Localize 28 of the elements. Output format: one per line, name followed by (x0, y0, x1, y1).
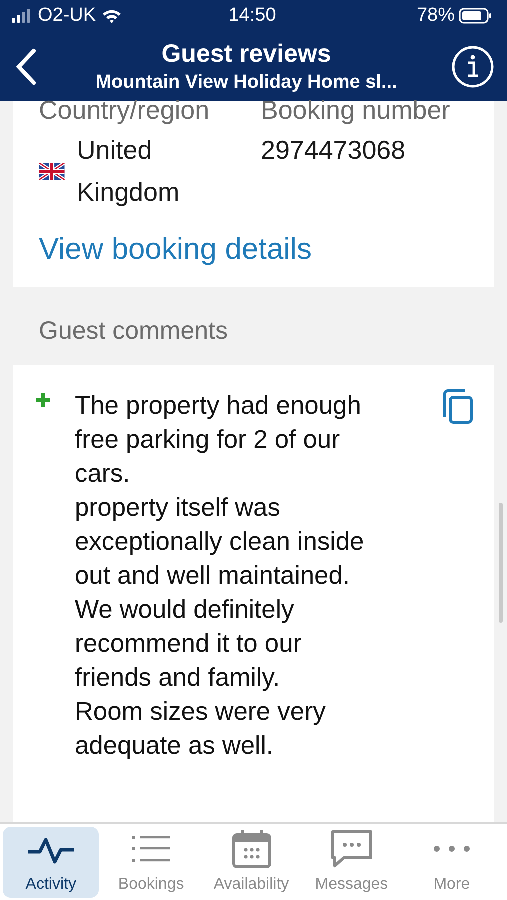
info-icon (451, 44, 495, 88)
field-label: Country/region (39, 97, 211, 123)
copy-button[interactable] (442, 389, 474, 425)
view-booking-details-link[interactable]: View booking details (39, 233, 312, 267)
clock-time: 14:50 (228, 5, 276, 26)
wifi-icon (102, 8, 122, 24)
battery-percentage: 78% (416, 5, 455, 27)
more-icon (432, 844, 472, 854)
section-heading: Guest comments (39, 317, 229, 347)
page-title: Guest reviews (162, 38, 332, 70)
signal-icon (12, 9, 32, 23)
info-button[interactable] (451, 44, 495, 88)
tab[interactable]: More (404, 827, 500, 898)
property-name: Mountain View Holiday Home sl... (96, 70, 398, 94)
tab[interactable]: Bookings (103, 827, 200, 898)
tab[interactable]: Messages (304, 827, 400, 898)
calendar-icon (232, 829, 272, 869)
field-label: Booking number (261, 97, 452, 123)
tab[interactable]: Availability (203, 827, 300, 898)
comment-text: The property had enough free parking for 2 of our cars. property itself was exceptionally clean inside out and well maintained. We would definitely recommend it to our friends and family. Room sizes were very adequate as well. (75, 391, 366, 762)
tab[interactable]: Activity (3, 827, 100, 898)
copy-icon (442, 389, 474, 425)
message-icon (330, 830, 373, 868)
flag-icon (39, 162, 65, 180)
booking-number-value: 2974473068 (261, 134, 407, 167)
carrier-name: O2-UK (38, 5, 96, 27)
country-value: United Kingdom (77, 134, 181, 209)
battery-icon (458, 8, 493, 24)
